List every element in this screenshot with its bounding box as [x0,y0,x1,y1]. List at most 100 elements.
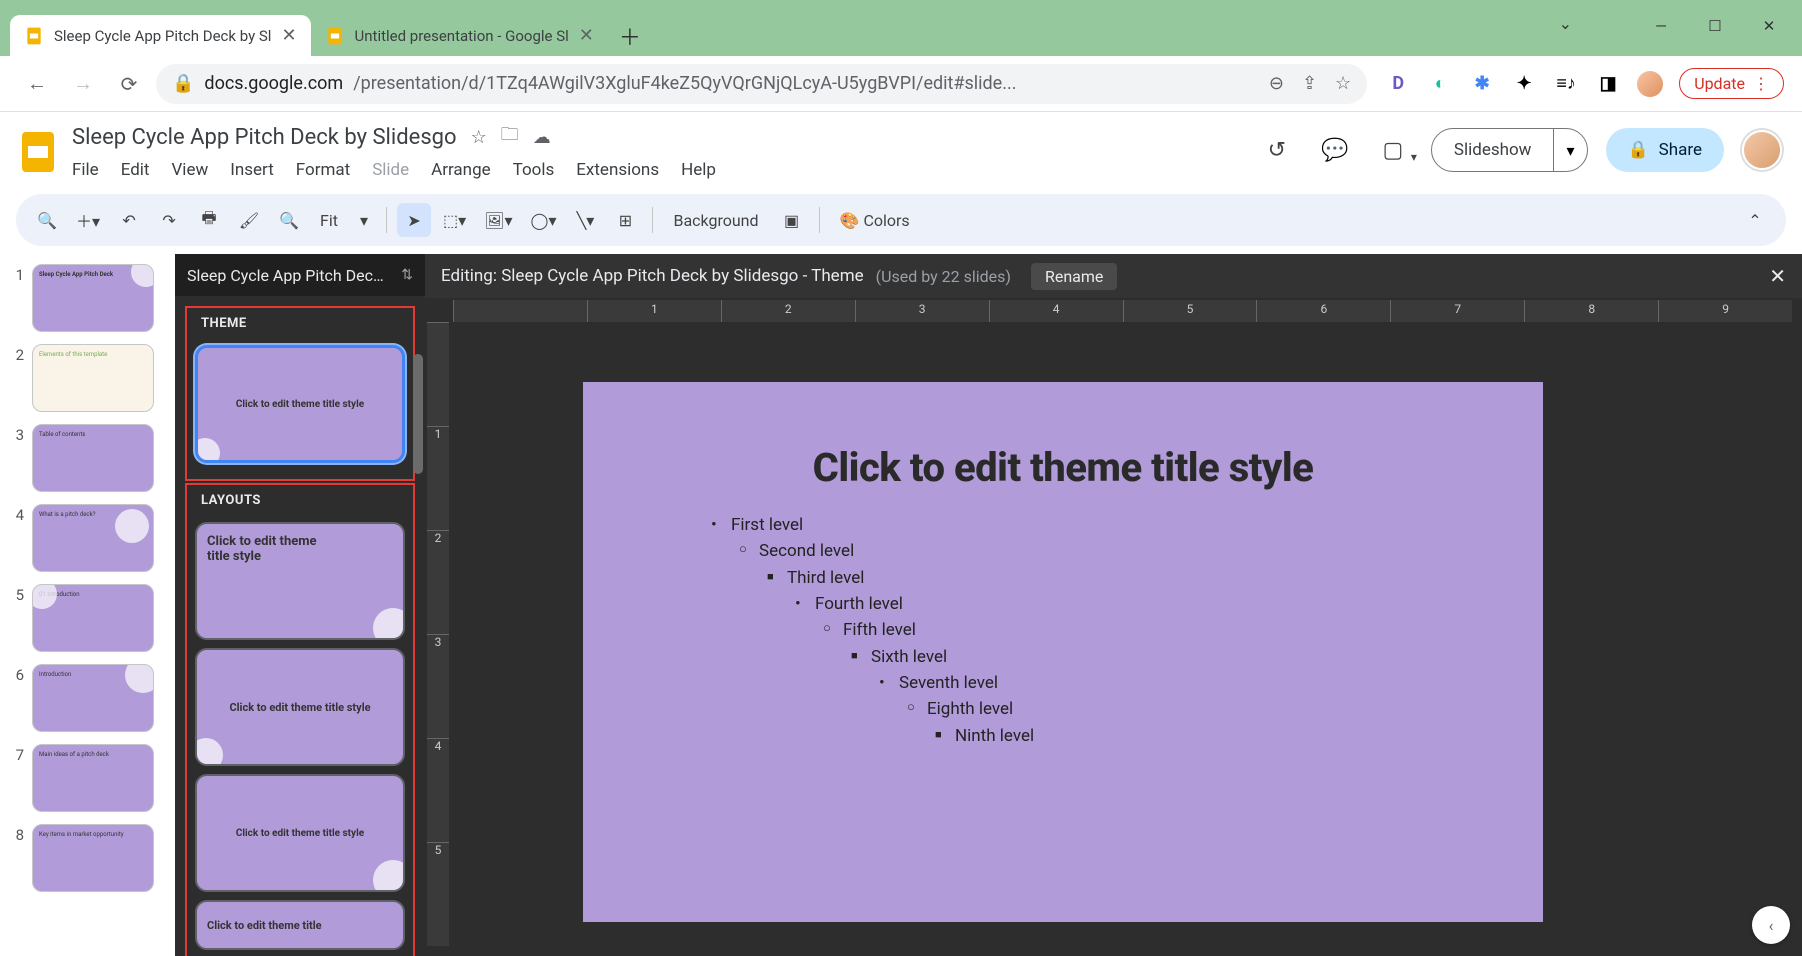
select-tool[interactable]: ➤ [397,203,431,237]
browser-tab[interactable]: Untitled presentation - Google Sl ✕ [311,15,608,56]
explore-button[interactable]: ‹ [1752,906,1790,944]
textbox-tool[interactable]: ⬚▾ [437,203,472,237]
account-avatar[interactable] [1742,130,1782,170]
slide-thumbnail[interactable]: 1Sleep Cycle App Pitch Deck [6,264,169,332]
chevron-down-icon: ▾ [360,211,368,230]
chevron-down-icon[interactable]: ▾ [1553,129,1586,171]
extension-icon[interactable]: D [1385,71,1411,97]
image-tool[interactable]: 🖼▾ [478,203,518,237]
zoom-select[interactable]: Fit▾ [312,211,376,230]
document-title[interactable]: Sleep Cycle App Pitch Deck by Slidesgo [72,125,457,150]
slide-canvas[interactable]: Click to edit theme title style First le… [583,382,1543,922]
annotation-box: THEME Click to edit theme title style [185,306,415,481]
rename-button[interactable]: Rename [1031,263,1117,290]
menu-format[interactable]: Format [296,160,350,180]
horizontal-ruler: 1 2 3 4 5 6 7 8 9 [453,300,1792,322]
scrollbar-thumb[interactable] [413,354,423,474]
menu-extensions[interactable]: Extensions [576,160,659,180]
collapse-toolbar-icon[interactable]: ⌃ [1738,203,1772,237]
canvas-area[interactable]: 1 2 3 4 5 6 7 8 9 12345 Click to edit th… [425,298,1802,956]
window-maximize-button[interactable]: ☐ [1688,4,1742,48]
placeholder-tool[interactable]: ⊞ [608,203,642,237]
new-tab-button[interactable]: ＋ [612,18,648,54]
profile-avatar[interactable] [1637,71,1663,97]
slide-thumbnail[interactable]: 2Elements of this template [6,344,169,412]
undo-button[interactable]: ↶ [112,203,146,237]
menu-slide[interactable]: Slide [372,160,409,180]
reload-button[interactable]: ⟳ [110,65,148,103]
print-button[interactable]: 🖶 [192,203,226,237]
close-icon[interactable]: ✕ [1769,264,1786,288]
close-icon[interactable]: ✕ [281,25,296,46]
comments-icon[interactable]: 💬 [1315,130,1355,170]
redo-button[interactable]: ↷ [152,203,186,237]
share-url-icon[interactable]: ⇪ [1302,73,1317,94]
theme-master-thumbnail[interactable]: Click to edit theme title style [195,345,405,463]
title-placeholder[interactable]: Click to edit theme title style [583,444,1543,491]
grammarly-icon[interactable]: ◐ [1427,71,1453,97]
close-icon[interactable]: ✕ [579,25,594,46]
cloud-status-icon[interactable]: ☁ [533,127,551,148]
main-area: 1Sleep Cycle App Pitch Deck 2Elements of… [0,254,1802,956]
browser-toolbar: ← → ⟳ 🔒 docs.google.com/presentation/d/1… [0,56,1802,112]
menu-insert[interactable]: Insert [230,160,274,180]
body-placeholder[interactable]: First level Second level Third level Fou… [703,512,1034,749]
slide-thumbnail[interactable]: 6Introduction [6,664,169,732]
browser-update-button[interactable]: Update ⋮ [1679,68,1784,99]
menu-view[interactable]: View [171,160,208,180]
tab-title: Untitled presentation - Google Sl [355,27,569,45]
colors-button[interactable]: 🎨 Colors [830,203,920,237]
menu-bar: File Edit View Insert Format Slide Arran… [72,160,1247,180]
meet-icon[interactable]: ▢▾ [1373,130,1413,170]
layout-button[interactable]: ▣ [775,203,809,237]
extension-icon[interactable]: ✱ [1469,71,1495,97]
slide-thumbnail[interactable]: 8Key items in market opportunity [6,824,169,892]
share-button[interactable]: 🔒 Share [1606,128,1725,172]
paint-format-button[interactable]: 🖌 [232,203,266,237]
layout-thumbnail[interactable]: Click to edit theme title [195,900,405,950]
slide-thumbnail[interactable]: 3Table of contents [6,424,169,492]
back-button[interactable]: ← [18,65,56,103]
palette-icon: 🎨 [840,211,860,230]
menu-edit[interactable]: Edit [121,160,150,180]
slide-filmstrip[interactable]: 1Sleep Cycle App Pitch Deck 2Elements of… [0,254,175,956]
extensions-puzzle-icon[interactable]: ✦ [1511,71,1537,97]
kebab-icon: ⋮ [1753,74,1769,93]
new-slide-button[interactable]: ＋▾ [70,203,106,237]
search-menus-icon[interactable]: 🔍 [30,203,64,237]
sidepanel-icon[interactable]: ◨ [1595,71,1621,97]
zoom-icon[interactable]: ⊖ [1269,73,1284,94]
move-folder-icon[interactable]: 🗀 [501,122,519,152]
zoom-icon[interactable]: 🔍 [272,203,306,237]
menu-file[interactable]: File [72,160,99,180]
editing-label: Editing: Sleep Cycle App Pitch Deck by S… [441,266,864,286]
reading-list-icon[interactable]: ≡♪ [1553,71,1579,97]
menu-arrange[interactable]: Arrange [431,160,490,180]
background-button[interactable]: Background [663,203,768,237]
tab-title: Sleep Cycle App Pitch Deck by Sl [54,27,271,45]
slideshow-button[interactable]: Slideshow ▾ [1431,128,1588,172]
slides-logo-icon[interactable] [14,128,62,176]
star-icon[interactable]: ☆ [471,127,487,148]
tab-search-icon[interactable]: ⌄ [1559,14,1572,33]
layout-thumbnail[interactable]: Click to edit theme title style [195,774,405,892]
layout-thumbnail[interactable]: Click to edit theme title style [195,522,405,640]
slide-thumbnail[interactable]: 4What is a pitch deck? [6,504,169,572]
slide-thumbnail[interactable]: 501 Introduction [6,584,169,652]
slide-thumbnail[interactable]: 7Main ideas of a pitch deck [6,744,169,812]
browser-tab-active[interactable]: Sleep Cycle App Pitch Deck by Sl ✕ [10,15,311,56]
address-bar[interactable]: 🔒 docs.google.com/presentation/d/1TZq4AW… [156,64,1367,104]
line-tool[interactable]: ╲▾ [568,203,602,237]
window-minimize-button[interactable]: — [1634,4,1688,48]
shape-tool[interactable]: ◯▾ [525,203,563,237]
layout-thumbnail[interactable]: Click to edit theme title style [195,648,405,766]
bookmark-star-icon[interactable]: ☆ [1335,73,1351,94]
menu-help[interactable]: Help [681,160,716,180]
theme-selector-dropdown[interactable]: Sleep Cycle App Pitch Deck b ⇅ [175,254,425,296]
menu-tools[interactable]: Tools [513,160,555,180]
history-icon[interactable]: ↺ [1257,130,1297,170]
section-heading: LAYOUTS [191,487,409,514]
forward-button[interactable]: → [64,65,102,103]
window-close-button[interactable]: ✕ [1742,4,1796,48]
annotation-box: LAYOUTS Click to edit theme title style … [185,483,415,956]
